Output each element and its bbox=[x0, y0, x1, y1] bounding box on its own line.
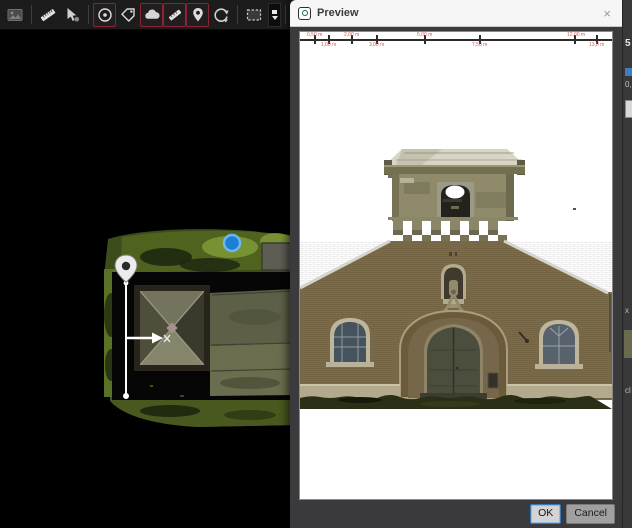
close-icon[interactable]: × bbox=[600, 6, 614, 21]
chevron-down-icon bbox=[272, 16, 278, 20]
toolbar-separator bbox=[31, 5, 32, 24]
panel-fragment-button-edge bbox=[625, 100, 632, 118]
right-panel-sliver: 5 0, x cl bbox=[622, 0, 632, 528]
window-select-tool-icon[interactable] bbox=[242, 3, 266, 27]
dialog-titlebar[interactable]: Preview × bbox=[290, 0, 622, 27]
ruler-tick-label: 0,50 m bbox=[307, 32, 322, 38]
preview-app-icon bbox=[298, 7, 311, 20]
ruler-line bbox=[300, 39, 612, 41]
panel-fragment: x bbox=[625, 306, 629, 315]
dropdown-bar bbox=[272, 10, 277, 14]
ruler-tick-label: 13,0 m bbox=[589, 42, 604, 48]
preview-ruler: 0,50 m 1,00 m 2,00 m 3,00 m 5,00 m 7,50 m 12,0… bbox=[300, 32, 612, 48]
panel-fragment-thumbnail bbox=[624, 330, 632, 358]
toolbar-separator bbox=[88, 5, 89, 24]
tag-tool-icon[interactable] bbox=[116, 3, 140, 27]
pointcloud-top-view bbox=[80, 225, 295, 430]
ruler-tick-label: 7,50 m bbox=[472, 42, 487, 48]
dialog-title: Preview bbox=[317, 7, 594, 19]
ruler-tick-label: 5,00 m bbox=[417, 32, 432, 38]
camera-position-dot bbox=[224, 235, 240, 251]
pin-tool-icon[interactable] bbox=[186, 3, 209, 27]
panel-fragment-blue-icon bbox=[625, 68, 632, 76]
measure-tool-icon[interactable] bbox=[36, 3, 60, 27]
church-facade-render bbox=[300, 32, 612, 499]
ruler-tick-label: 1,00 m bbox=[321, 42, 336, 48]
dialog-button-bar: OK Cancel bbox=[290, 500, 622, 528]
cancel-button[interactable]: Cancel bbox=[566, 504, 615, 524]
ruler-tick-label: 2,00 m bbox=[344, 32, 359, 38]
ruler-tick-label: 3,00 m bbox=[369, 42, 384, 48]
select-probe-tool-icon[interactable] bbox=[60, 3, 84, 27]
ok-button[interactable]: OK bbox=[530, 504, 561, 524]
panel-fragment: 5 bbox=[625, 38, 631, 49]
limit-box-tool-icon[interactable] bbox=[93, 3, 116, 27]
preview-dialog: Preview × 0,50 m 1,00 m 2,00 m 3,00 m 5,00 m… bbox=[290, 0, 622, 528]
ruler-tick-label: 12,00 m bbox=[567, 32, 585, 38]
cloud-tool-icon[interactable] bbox=[140, 3, 163, 27]
select-mode-dropdown[interactable] bbox=[268, 3, 281, 27]
measure-segment-tool-icon[interactable] bbox=[163, 3, 186, 27]
toolbar-separator bbox=[285, 5, 286, 24]
preview-content: 0,50 m 1,00 m 2,00 m 3,00 m 5,00 m 7,50 m 12,0… bbox=[299, 31, 613, 500]
image-tool-icon[interactable] bbox=[3, 3, 27, 27]
orbit-tool-icon[interactable] bbox=[209, 3, 233, 27]
panel-fragment: cl bbox=[625, 386, 631, 395]
panel-fragment: 0, bbox=[625, 80, 632, 89]
toolbar-separator bbox=[237, 5, 238, 24]
